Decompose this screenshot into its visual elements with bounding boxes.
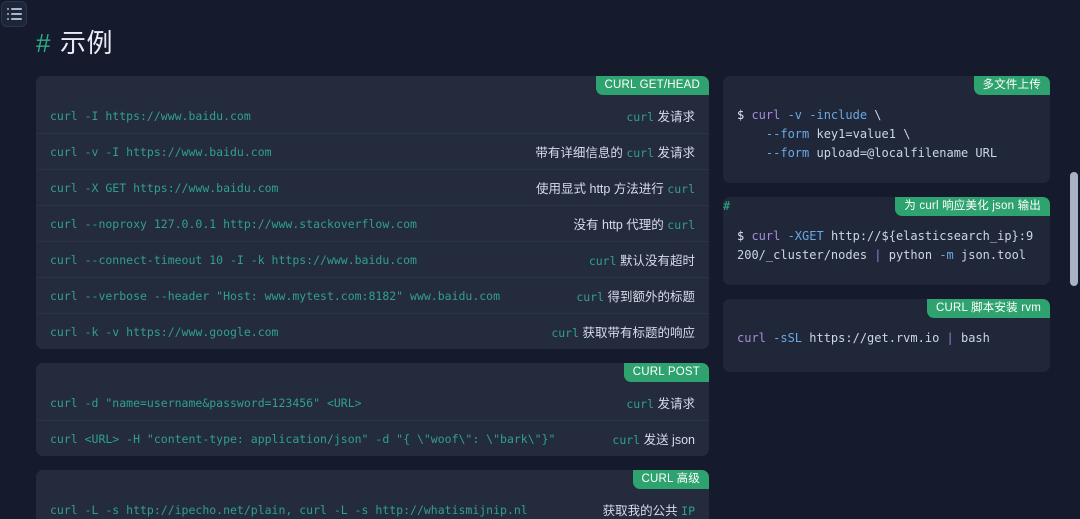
table-row: curl -k -v https://www.google.com curl 获取… (36, 313, 709, 349)
code-token: curl (737, 331, 774, 345)
description-mono-token: curl (626, 397, 655, 411)
table-row: curl --connect-timeout 10 -I -k https://… (36, 241, 709, 277)
command-description: 获取我的公共 IP (602, 504, 695, 518)
table-row: curl -I https://www.baidu.com curl 发请求 (36, 98, 709, 133)
command-description: 没有 http 代理的 curl (573, 218, 695, 232)
card-badge-curl-advanced: CURL 高级 (632, 470, 709, 489)
command-description: curl 发请求 (626, 397, 695, 411)
right-column: 多文件上传 $ curl -v -include \ --form key1=v… (723, 76, 1050, 386)
code-token: | (874, 248, 889, 262)
vertical-scrollbar-track[interactable] (1068, 0, 1080, 519)
command-text: curl -v -I https://www.baidu.com (50, 144, 272, 159)
card-badge-rvm-script: CURL 脚本安装 rvm (926, 299, 1050, 318)
card-badge-multi-upload: 多文件上传 (973, 76, 1050, 95)
card-badge-json-pretty: 为 curl 响应美化 json 输出 (895, 197, 1050, 216)
description-mono-token: curl (588, 254, 617, 268)
page-content: # 示例 CURL GET/HEAD curl -I https://www.ba… (0, 0, 1072, 519)
code-token: key1=value1 (816, 127, 904, 141)
description-mono-token: curl (667, 182, 695, 196)
page-title-text: 示例 (59, 28, 113, 58)
table-row: curl -v -I https://www.baidu.com 带有详细信息的 … (36, 133, 709, 169)
command-text: curl -k -v https://www.google.com (50, 324, 279, 339)
description-mono-token: curl (667, 218, 695, 232)
command-text: curl -I https://www.baidu.com (50, 108, 251, 123)
command-description: curl 默认没有超时 (588, 254, 695, 268)
code-token: json.tool (961, 248, 1027, 262)
json-pretty-hash-icon: # (723, 199, 731, 213)
description-mono-token: curl (576, 290, 605, 304)
page-title: # 示例 (36, 26, 1042, 60)
command-text: curl -X GET https://www.baidu.com (50, 180, 279, 195)
command-text: curl -L -s http://ipecho.net/plain, curl… (50, 502, 528, 517)
sidebar-toggle-button[interactable] (1, 1, 27, 27)
code-token: -v -include (787, 108, 875, 122)
description-mono-token: curl (626, 110, 655, 124)
command-text: curl --connect-timeout 10 -I -k https://… (50, 252, 417, 267)
rows-curl-get-head: curl -I https://www.baidu.com curl 发请求 cur… (36, 98, 709, 349)
command-description: curl 发请求 (626, 110, 695, 124)
command-text: curl <URL> -H "content-type: application… (50, 431, 556, 446)
card-curl-post: CURL POST curl -d "name=username&passwor… (36, 363, 709, 456)
card-rvm-script: CURL 脚本安装 rvm curl -sSL https://get.rvm.… (723, 299, 1050, 372)
card-json-pretty: # 为 curl 响应美化 json 输出 $ curl -XGET http:… (723, 197, 1050, 285)
code-token: -sSL (773, 331, 810, 345)
heading-hash-icon: # (36, 28, 51, 58)
code-token: $ (737, 108, 752, 122)
code-token: --form (765, 146, 817, 160)
code-token: $ (737, 229, 752, 243)
table-row: curl --verbose --header "Host: www.mytes… (36, 277, 709, 313)
table-row: curl <URL> -H "content-type: application… (36, 420, 709, 456)
card-badge-curl-get-head: CURL GET/HEAD (595, 76, 709, 95)
list-menu-icon-row3 (6, 18, 22, 20)
code-token: curl (751, 108, 788, 122)
code-block-multi-upload: $ curl -v -include \ --form key1=value1 … (723, 98, 1050, 183)
card-curl-get-head: CURL GET/HEAD curl -I https://www.baidu.… (36, 76, 709, 349)
cards-grid: CURL GET/HEAD curl -I https://www.baidu.… (36, 76, 1050, 519)
list-menu-icon (6, 8, 22, 10)
command-description: 带有详细信息的 curl 发请求 (535, 146, 695, 160)
code-token: --form (765, 127, 817, 141)
command-text: curl --noproxy 127.0.0.1 http://www.stac… (50, 216, 417, 231)
code-block-rvm-script: curl -sSL https://get.rvm.io | bash (723, 321, 1050, 372)
command-description: 使用显式 http 方法进行 curl (536, 182, 695, 196)
code-token: python (888, 248, 940, 262)
table-row: curl -X GET https://www.baidu.com 使用显式 ht… (36, 169, 709, 205)
command-description: curl 得到额外的标题 (576, 290, 695, 304)
vertical-scrollbar-thumb[interactable] (1070, 172, 1078, 286)
code-token: curl (751, 229, 788, 243)
description-mono-token: curl (612, 433, 641, 447)
code-token: -m (939, 248, 961, 262)
card-curl-advanced: CURL 高级 curl -L -s http://ipecho.net/pla… (36, 470, 709, 519)
description-mono-token: IP (681, 504, 695, 518)
command-text: curl --verbose --header "Host: www.mytes… (50, 288, 501, 303)
description-mono-token: curl (626, 146, 655, 160)
code-token: https://get.rvm.io (809, 331, 947, 345)
command-description: curl 获取带有标题的响应 (551, 326, 695, 340)
code-token: -XGET (787, 229, 831, 243)
table-row: curl -d "name=username&password=123456" … (36, 385, 709, 420)
rows-curl-advanced: curl -L -s http://ipecho.net/plain, curl… (36, 492, 709, 519)
table-row: curl --noproxy 127.0.0.1 http://www.stac… (36, 205, 709, 241)
list-menu-icon-row2 (6, 13, 22, 15)
card-multi-upload: 多文件上传 $ curl -v -include \ --form key1=v… (723, 76, 1050, 183)
code-token: bash (960, 331, 990, 345)
code-block-json-pretty: $ curl -XGET http://${elasticsearch_ip}:… (723, 219, 1050, 285)
rows-curl-post: curl -d "name=username&password=123456" … (36, 385, 709, 456)
command-description: curl 发送 json (612, 433, 695, 447)
description-mono-token: curl (551, 326, 580, 340)
left-column: CURL GET/HEAD curl -I https://www.baidu.… (36, 76, 709, 519)
command-text: curl -d "name=username&password=123456" … (50, 395, 362, 410)
code-token: | (946, 331, 961, 345)
table-row: curl -L -s http://ipecho.net/plain, curl… (36, 492, 709, 519)
code-token: upload=@localfilename URL (816, 146, 998, 160)
card-badge-curl-post: CURL POST (623, 363, 709, 382)
